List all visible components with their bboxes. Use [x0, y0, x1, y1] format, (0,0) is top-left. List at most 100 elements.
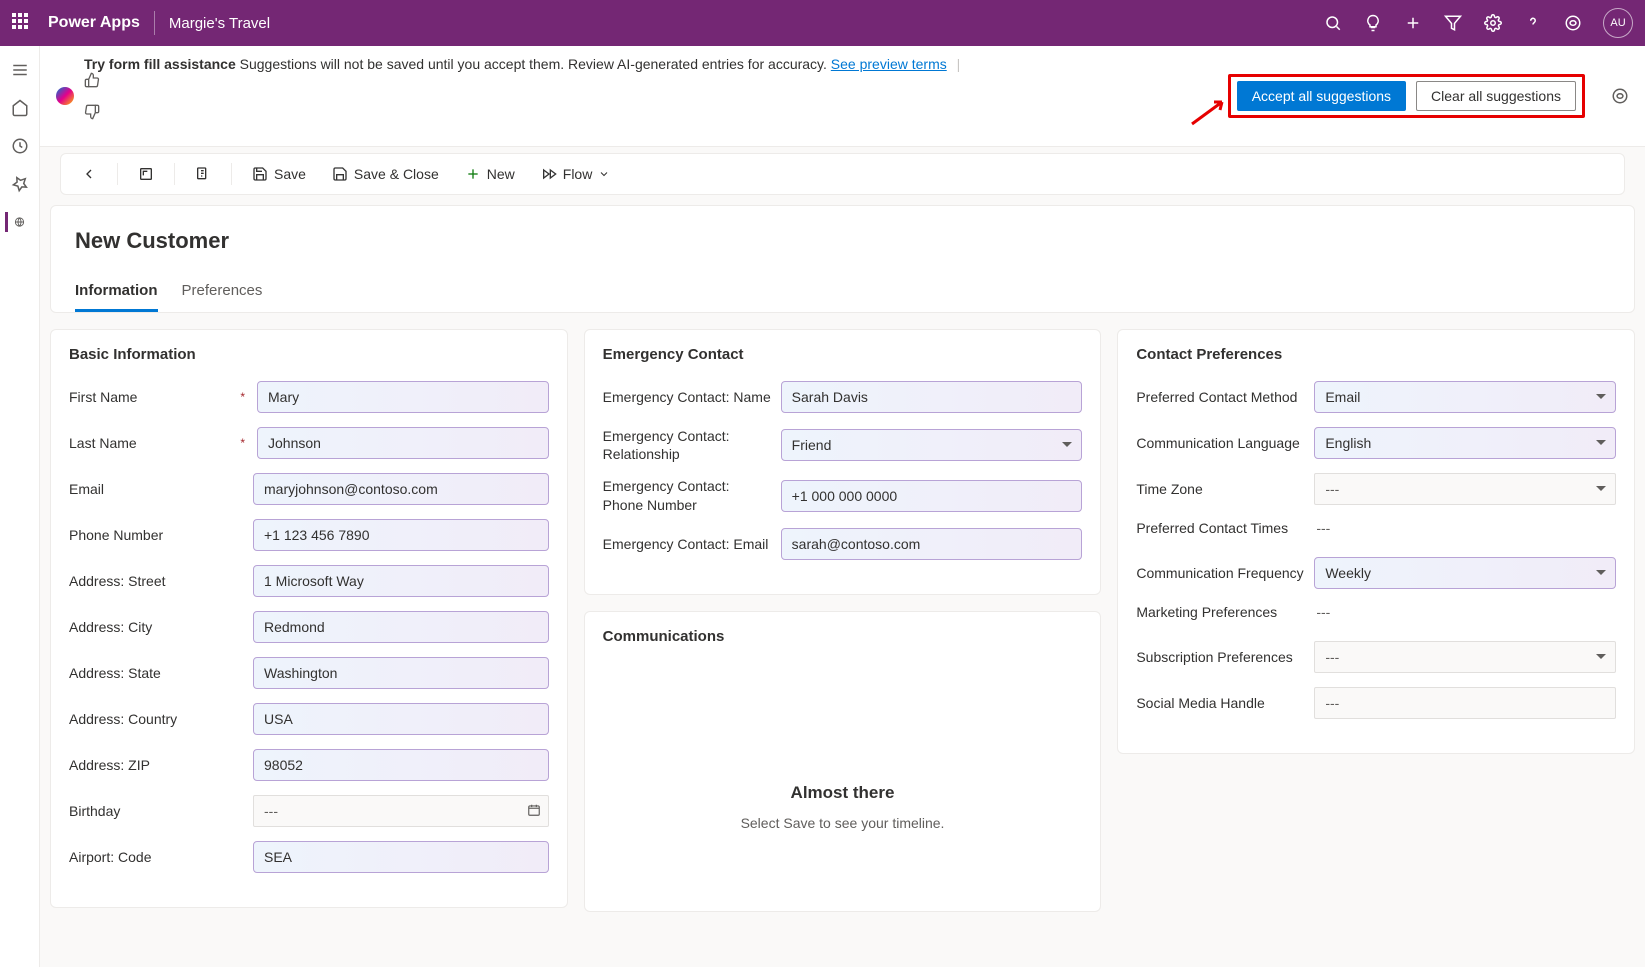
field-label: Subscription Preferences — [1136, 648, 1306, 666]
copilot-icon — [56, 87, 74, 105]
field-label: Address: ZIP — [69, 756, 229, 774]
gear-icon[interactable] — [1483, 13, 1503, 33]
filter-icon[interactable] — [1443, 13, 1463, 33]
required-indicator: * — [237, 436, 245, 450]
social-media-handle-input[interactable] — [1314, 687, 1616, 719]
field-label: Social Media Handle — [1136, 694, 1306, 712]
form-fill-assistance-banner: Try form fill assistance Suggestions wil… — [40, 46, 1645, 147]
email-input[interactable] — [253, 473, 549, 505]
field-label: Address: Country — [69, 710, 229, 728]
recent-icon[interactable] — [10, 136, 30, 156]
first-name-input[interactable] — [257, 381, 549, 413]
field-label: Email — [69, 480, 229, 498]
state-input[interactable] — [253, 657, 549, 689]
field-label: Marketing Preferences — [1136, 603, 1306, 621]
field-label: Emergency Contact: Phone Number — [603, 477, 773, 513]
open-in-new-window-button[interactable] — [128, 160, 164, 188]
form-tabs: Information Preferences — [75, 282, 1610, 312]
field-label: Emergency Contact: Name — [603, 388, 773, 406]
field-label: Preferred Contact Times — [1136, 519, 1306, 537]
communication-language-select[interactable] — [1314, 427, 1616, 459]
field-label: Phone Number — [69, 526, 229, 544]
field-label: Address: City — [69, 618, 229, 636]
field-label: Preferred Contact Method — [1136, 388, 1306, 406]
field-label: Birthday — [69, 802, 229, 820]
chevron-down-icon — [598, 168, 610, 180]
airport-code-input[interactable] — [253, 841, 549, 873]
birthday-input[interactable] — [253, 795, 549, 827]
country-input[interactable] — [253, 703, 549, 735]
app-launcher-icon[interactable] — [12, 13, 32, 33]
page-title: New Customer — [75, 228, 1610, 254]
flow-button[interactable]: Flow — [531, 160, 621, 188]
preferred-contact-method-select[interactable] — [1314, 381, 1616, 413]
search-icon[interactable] — [1323, 13, 1343, 33]
field-label: First Name — [69, 388, 229, 406]
city-input[interactable] — [253, 611, 549, 643]
annotation-arrow — [1190, 96, 1230, 126]
communication-frequency-select[interactable] — [1314, 557, 1616, 589]
clear-all-suggestions-button[interactable]: Clear all suggestions — [1416, 81, 1576, 111]
emergency-email-input[interactable] — [781, 528, 1083, 560]
form-header-card: New Customer Information Preferences — [50, 205, 1635, 313]
emergency-phone-input[interactable] — [781, 480, 1083, 512]
preferred-contact-times-value[interactable]: --- — [1314, 520, 1616, 536]
highlight-annotation: Accept all suggestions Clear all suggest… — [1228, 74, 1585, 118]
left-navigation-rail — [0, 46, 40, 967]
save-close-button[interactable]: Save & Close — [322, 160, 449, 188]
section-title: Emergency Contact — [603, 346, 1083, 363]
tab-preferences[interactable]: Preferences — [182, 282, 263, 312]
field-label: Address: Street — [69, 572, 229, 590]
section-title: Contact Preferences — [1136, 346, 1616, 363]
save-button[interactable]: Save — [242, 160, 316, 188]
emergency-relationship-select[interactable] — [781, 429, 1083, 461]
field-label: Emergency Contact: Email — [603, 535, 773, 553]
emergency-name-input[interactable] — [781, 381, 1083, 413]
subscription-preferences-select[interactable] — [1314, 641, 1616, 673]
field-label: Last Name — [69, 434, 229, 452]
help-icon[interactable] — [1523, 13, 1543, 33]
user-avatar[interactable]: AU — [1603, 8, 1633, 38]
field-label: Communication Language — [1136, 434, 1306, 452]
timeline-empty-subtitle: Select Save to see your timeline. — [623, 815, 1063, 831]
street-input[interactable] — [253, 565, 549, 597]
last-name-input[interactable] — [257, 427, 549, 459]
field-label: Time Zone — [1136, 480, 1306, 498]
sitemap-icon[interactable] — [5, 212, 25, 232]
accept-all-suggestions-button[interactable]: Accept all suggestions — [1237, 81, 1406, 111]
add-icon[interactable] — [1403, 13, 1423, 33]
zip-input[interactable] — [253, 749, 549, 781]
section-basic-information: Basic Information First Name * Last Name… — [50, 329, 568, 908]
section-emergency-contact: Emergency Contact Emergency Contact: Nam… — [584, 329, 1102, 595]
hamburger-icon[interactable] — [10, 60, 30, 80]
section-title: Communications — [603, 628, 1083, 645]
banner-text: Try form fill assistance Suggestions wil… — [84, 56, 964, 136]
copilot-pane-toggle-icon[interactable] — [1611, 87, 1629, 105]
app-title: Power Apps — [48, 14, 140, 32]
preview-terms-link[interactable]: See preview terms — [831, 56, 947, 72]
section-contact-preferences: Contact Preferences Preferred Contact Me… — [1117, 329, 1635, 754]
required-indicator: * — [237, 390, 245, 404]
timezone-select[interactable] — [1314, 473, 1616, 505]
environment-name[interactable]: Margie's Travel — [169, 15, 270, 32]
field-label: Address: State — [69, 664, 229, 682]
field-label: Communication Frequency — [1136, 564, 1306, 582]
command-bar: Save Save & Close New Flow — [60, 153, 1625, 195]
home-icon[interactable] — [10, 98, 30, 118]
global-header: Power Apps Margie's Travel AU — [0, 0, 1645, 46]
header-divider — [154, 11, 155, 35]
timeline-empty-title: Almost there — [623, 783, 1063, 803]
thumbs-down-icon[interactable] — [84, 88, 964, 136]
calendar-icon[interactable] — [527, 803, 541, 817]
marketing-preferences-value[interactable]: --- — [1314, 604, 1616, 620]
tab-information[interactable]: Information — [75, 282, 158, 312]
back-button[interactable] — [71, 160, 107, 188]
field-label: Airport: Code — [69, 848, 229, 866]
copilot-header-icon[interactable] — [1563, 13, 1583, 33]
phone-input[interactable] — [253, 519, 549, 551]
section-communications: Communications Almost there Select Save … — [584, 611, 1102, 912]
new-button[interactable]: New — [455, 160, 525, 188]
lightbulb-icon[interactable] — [1363, 13, 1383, 33]
show-as-button[interactable] — [185, 160, 221, 188]
pin-icon[interactable] — [10, 174, 30, 194]
